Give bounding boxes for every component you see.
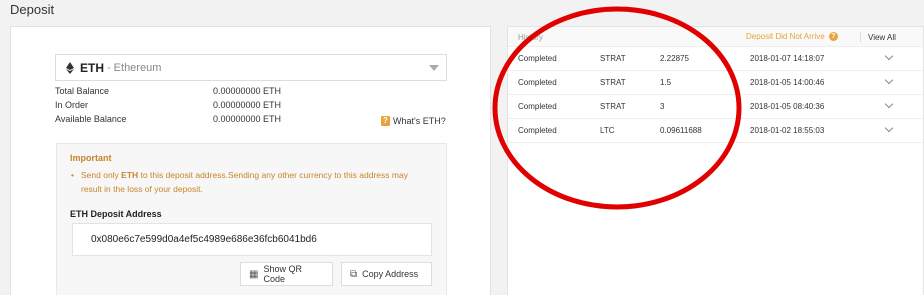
- history-date: 2018-01-05 14:00:46: [750, 78, 825, 87]
- copy-icon: ⧉: [350, 268, 358, 280]
- currency-separator: -: [107, 61, 111, 74]
- page-title: Deposit: [10, 2, 55, 17]
- history-status: Completed: [518, 78, 557, 87]
- qr-code-icon: ▦: [249, 268, 259, 280]
- history-amount: 3: [660, 102, 665, 111]
- history-status: Completed: [518, 126, 557, 135]
- deposit-did-not-arrive-label: Deposit Did Not Arrive: [746, 32, 825, 41]
- important-text-before: Send only: [81, 170, 122, 180]
- chevron-down-icon[interactable]: [884, 76, 894, 86]
- show-qr-code-button[interactable]: ▦ Show QR Code: [240, 262, 333, 286]
- history-amount: 2.22875: [660, 54, 689, 63]
- history-title: History: [518, 33, 543, 42]
- balance-label: In Order: [55, 100, 89, 110]
- chevron-down-icon: [429, 65, 439, 71]
- ethereum-icon: [66, 61, 74, 74]
- balance-row-in-order: In Order 0.00000000 ETH: [55, 100, 447, 114]
- history-date: 2018-01-05 08:40:36: [750, 102, 825, 111]
- history-coin: STRAT: [600, 54, 626, 63]
- history-panel: History Deposit Did Not Arrive ? View Al…: [507, 26, 924, 295]
- balance-value: 0.00000000 ETH: [213, 86, 282, 96]
- currency-name: Ethereum: [113, 61, 162, 74]
- currency-select[interactable]: ETH - Ethereum: [55, 54, 447, 81]
- history-row[interactable]: Completed STRAT 3 2018-01-05 08:40:36: [508, 95, 923, 119]
- copy-address-button[interactable]: ⧉ Copy Address: [341, 262, 432, 286]
- important-text-bold: ETH: [121, 170, 139, 180]
- history-amount: 1.5: [660, 78, 672, 87]
- history-amount: 0.09611688: [660, 126, 702, 135]
- history-coin: LTC: [600, 126, 615, 135]
- deposit-address-label: ETH Deposit Address: [70, 209, 162, 219]
- history-list: Completed STRAT 2.22875 2018-01-07 14:18…: [508, 47, 923, 143]
- important-text: Send only ETH to this deposit address.Se…: [71, 168, 431, 196]
- chevron-down-icon[interactable]: [884, 100, 894, 110]
- copy-address-label: Copy Address: [362, 269, 419, 279]
- history-coin: STRAT: [600, 102, 626, 111]
- history-row[interactable]: Completed STRAT 2.22875 2018-01-07 14:18…: [508, 47, 923, 71]
- deposit-did-not-arrive-link[interactable]: Deposit Did Not Arrive ?: [746, 32, 838, 41]
- question-icon: ?: [381, 116, 390, 126]
- balance-label: Available Balance: [55, 114, 127, 124]
- history-header: History Deposit Did Not Arrive ? View Al…: [508, 27, 923, 47]
- chevron-down-icon[interactable]: [884, 124, 894, 134]
- history-status: Completed: [518, 102, 557, 111]
- view-all-link[interactable]: View All: [868, 33, 896, 42]
- chevron-down-icon[interactable]: [884, 52, 894, 62]
- important-title: Important: [70, 153, 112, 163]
- currency-code: ETH: [80, 60, 104, 75]
- deposit-panel: ETH - Ethereum Total Balance 0.00000000 …: [10, 26, 491, 295]
- divider: [860, 32, 861, 42]
- history-coin: STRAT: [600, 78, 626, 87]
- question-icon: ?: [828, 32, 838, 41]
- show-qr-code-label: Show QR Code: [263, 264, 302, 284]
- history-row[interactable]: Completed LTC 0.09611688 2018-01-02 18:5…: [508, 119, 923, 143]
- whats-eth-link[interactable]: ? What's ETH?: [381, 116, 446, 126]
- history-date: 2018-01-07 14:18:07: [750, 54, 825, 63]
- important-notice: Important Send only ETH to this deposit …: [56, 143, 447, 295]
- history-row[interactable]: Completed STRAT 1.5 2018-01-05 14:00:46: [508, 71, 923, 95]
- history-date: 2018-01-02 18:55:03: [750, 126, 825, 135]
- whats-eth-label: What's ETH?: [393, 116, 446, 126]
- deposit-address-field[interactable]: 0x080e6c7e599d0a4ef5c4989e686e36fcb6041b…: [72, 223, 432, 256]
- history-status: Completed: [518, 54, 557, 63]
- balance-row-total: Total Balance 0.00000000 ETH: [55, 86, 447, 100]
- balance-value: 0.00000000 ETH: [213, 100, 282, 110]
- balance-label: Total Balance: [55, 86, 110, 96]
